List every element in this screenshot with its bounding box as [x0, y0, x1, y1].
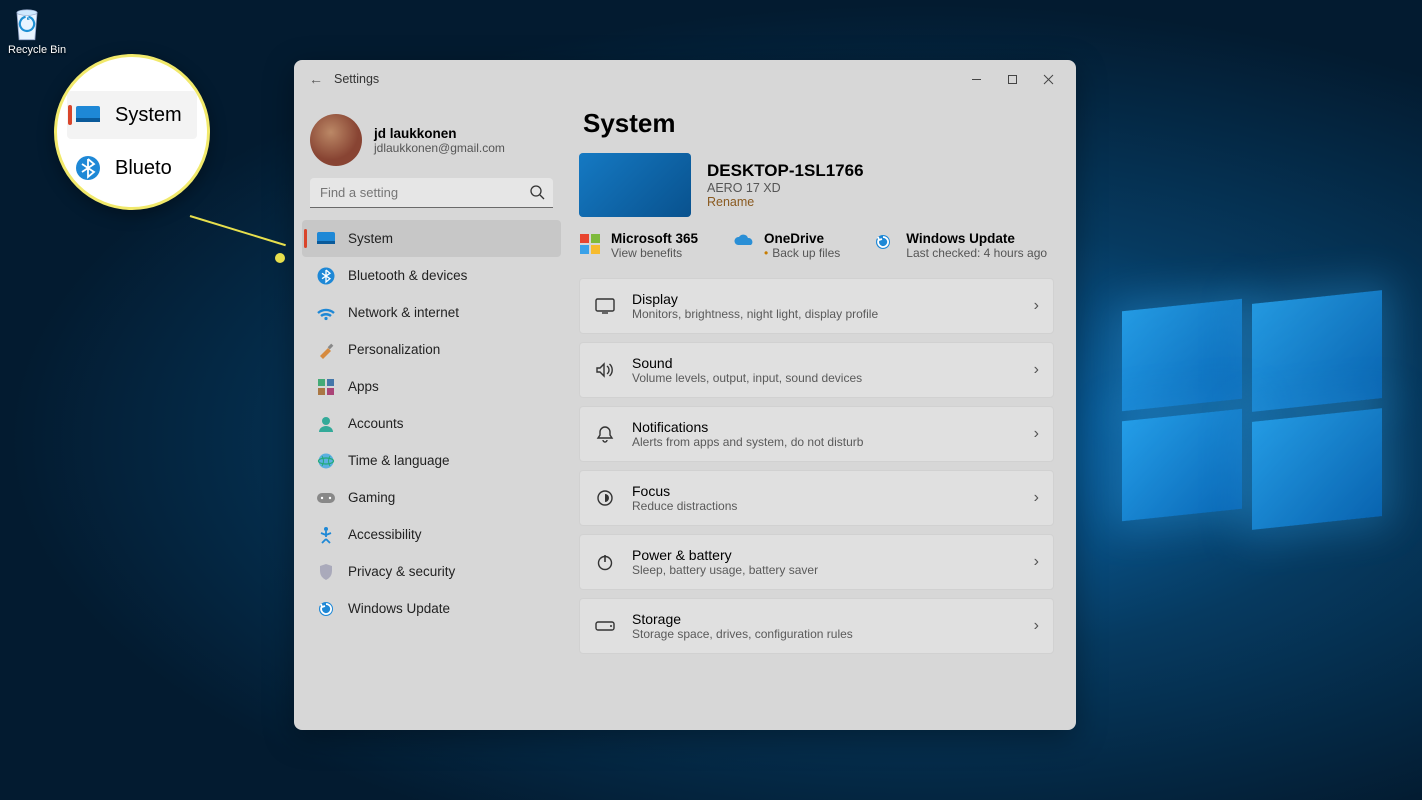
sidebar-item-label: Accessibility	[348, 527, 422, 542]
sidebar-item-label: Time & language	[348, 453, 450, 468]
windows-logo-wallpaper	[1122, 285, 1382, 515]
sidebar-item-label: System	[348, 231, 393, 246]
main-panel: System DESKTOP-1SL1766 AERO 17 XD Rename…	[569, 98, 1076, 730]
onedrive-icon	[732, 233, 754, 255]
sidebar-item-privacy-security[interactable]: Privacy & security	[302, 553, 561, 590]
sidebar-item-time-language[interactable]: Time & language	[302, 442, 561, 479]
person-icon	[316, 414, 336, 434]
storage-icon	[594, 615, 616, 637]
avatar	[310, 114, 362, 166]
device-block: DESKTOP-1SL1766 AERO 17 XD Rename	[579, 153, 1054, 217]
chevron-right-icon: ›	[1034, 297, 1039, 315]
quick-onedrive[interactable]: OneDrive•Back up files	[732, 231, 840, 260]
card-focus[interactable]: FocusReduce distractions›	[579, 470, 1054, 526]
focus-icon	[594, 487, 616, 509]
back-button[interactable]: ←	[304, 71, 328, 87]
device-model: AERO 17 XD	[707, 181, 864, 195]
globe-icon	[316, 451, 336, 471]
nav-list: System Bluetooth & devices Network & inter…	[302, 220, 561, 627]
power-icon	[594, 551, 616, 573]
sidebar-item-personalization[interactable]: Personalization	[302, 331, 561, 368]
quick-links: Microsoft 365View benefits OneDrive•Back …	[579, 231, 1054, 260]
ms365-icon	[579, 233, 601, 255]
account-block[interactable]: jd laukkonen jdlaukkonen@gmail.com	[310, 114, 553, 166]
sidebar: jd laukkonen jdlaukkonen@gmail.com Syste…	[294, 98, 569, 730]
card-display[interactable]: DisplayMonitors, brightness, night light…	[579, 278, 1054, 334]
chevron-right-icon: ›	[1034, 361, 1039, 379]
rename-link[interactable]: Rename	[707, 195, 864, 209]
device-thumbnail	[579, 153, 691, 217]
minimize-icon	[971, 74, 982, 85]
callout-magnifier: System Blueto	[54, 54, 210, 210]
maximize-icon	[1007, 74, 1018, 85]
game-icon	[316, 488, 336, 508]
accessibility-icon	[316, 525, 336, 545]
desktop-icon-recycle-bin[interactable]: Recycle Bin	[8, 4, 66, 56]
account-name: jd laukkonen	[374, 126, 505, 141]
close-icon	[1043, 74, 1054, 85]
search-input[interactable]	[310, 178, 553, 208]
quick-windows-update[interactable]: Windows UpdateLast checked: 4 hours ago	[874, 231, 1047, 260]
sidebar-item-label: Gaming	[348, 490, 395, 505]
window-title: Settings	[334, 72, 379, 86]
settings-cards: DisplayMonitors, brightness, night light…	[579, 278, 1054, 654]
system-icon	[316, 229, 336, 249]
sidebar-item-accounts[interactable]: Accounts	[302, 405, 561, 442]
sidebar-item-label: Apps	[348, 379, 379, 394]
brush-icon	[316, 340, 336, 360]
sidebar-item-label: Network & internet	[348, 305, 459, 320]
sidebar-item-windows-update[interactable]: Windows Update	[302, 590, 561, 627]
sidebar-item-apps[interactable]: Apps	[302, 368, 561, 405]
card-storage[interactable]: StorageStorage space, drives, configurat…	[579, 598, 1054, 654]
callout-dot	[275, 253, 285, 263]
display-icon	[594, 295, 616, 317]
account-email: jdlaukkonen@gmail.com	[374, 141, 505, 155]
shield-icon	[316, 562, 336, 582]
callout-line	[190, 215, 286, 246]
update-icon	[874, 233, 896, 255]
chevron-right-icon: ›	[1034, 489, 1039, 507]
recycle-bin-label: Recycle Bin	[8, 44, 66, 56]
sidebar-item-gaming[interactable]: Gaming	[302, 479, 561, 516]
sidebar-item-accessibility[interactable]: Accessibility	[302, 516, 561, 553]
sidebar-item-label: Bluetooth & devices	[348, 268, 467, 283]
sidebar-item-system[interactable]: System	[302, 220, 561, 257]
search-icon	[529, 184, 545, 200]
system-icon	[75, 105, 101, 125]
chevron-right-icon: ›	[1034, 425, 1039, 443]
bell-icon	[594, 423, 616, 445]
apps-icon	[316, 377, 336, 397]
sidebar-item-network-internet[interactable]: Network & internet	[302, 294, 561, 331]
chevron-right-icon: ›	[1034, 553, 1039, 571]
minimize-button[interactable]	[958, 65, 994, 93]
close-button[interactable]	[1030, 65, 1066, 93]
card-power-battery[interactable]: Power & batterySleep, battery usage, bat…	[579, 534, 1054, 590]
page-title: System	[583, 108, 1054, 139]
callout-bluetooth-row: Blueto	[67, 139, 197, 187]
update-icon	[316, 599, 336, 619]
titlebar: ← Settings	[294, 60, 1076, 98]
quick-microsoft-[interactable]: Microsoft 365View benefits	[579, 231, 698, 260]
sidebar-item-label: Windows Update	[348, 601, 450, 616]
settings-window: ← Settings jd laukkonen jdlaukkonen@gmai…	[294, 60, 1076, 730]
sidebar-item-label: Personalization	[348, 342, 440, 357]
device-name: DESKTOP-1SL1766	[707, 161, 864, 181]
recycle-bin-icon	[8, 4, 46, 44]
wifi-icon	[316, 303, 336, 323]
sidebar-item-bluetooth-devices[interactable]: Bluetooth & devices	[302, 257, 561, 294]
bluetooth-icon	[316, 266, 336, 286]
bluetooth-icon	[75, 155, 101, 181]
callout-system-row: System	[67, 91, 197, 139]
chevron-right-icon: ›	[1034, 617, 1039, 635]
search-box[interactable]	[310, 178, 553, 208]
sidebar-item-label: Privacy & security	[348, 564, 455, 579]
maximize-button[interactable]	[994, 65, 1030, 93]
card-notifications[interactable]: NotificationsAlerts from apps and system…	[579, 406, 1054, 462]
sidebar-item-label: Accounts	[348, 416, 404, 431]
card-sound[interactable]: SoundVolume levels, output, input, sound…	[579, 342, 1054, 398]
sound-icon	[594, 359, 616, 381]
